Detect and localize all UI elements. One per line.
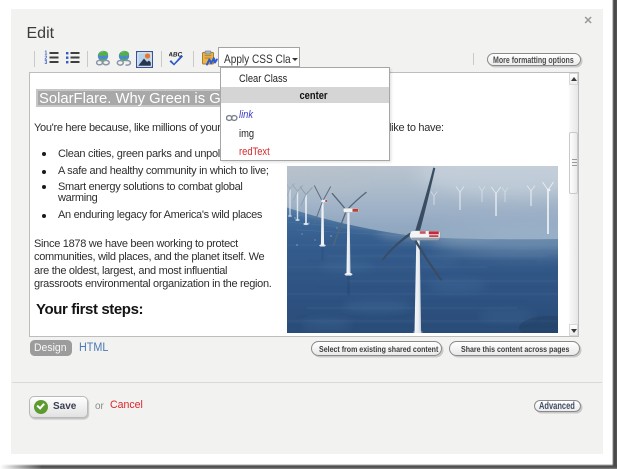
svg-text:3: 3 xyxy=(45,60,48,66)
